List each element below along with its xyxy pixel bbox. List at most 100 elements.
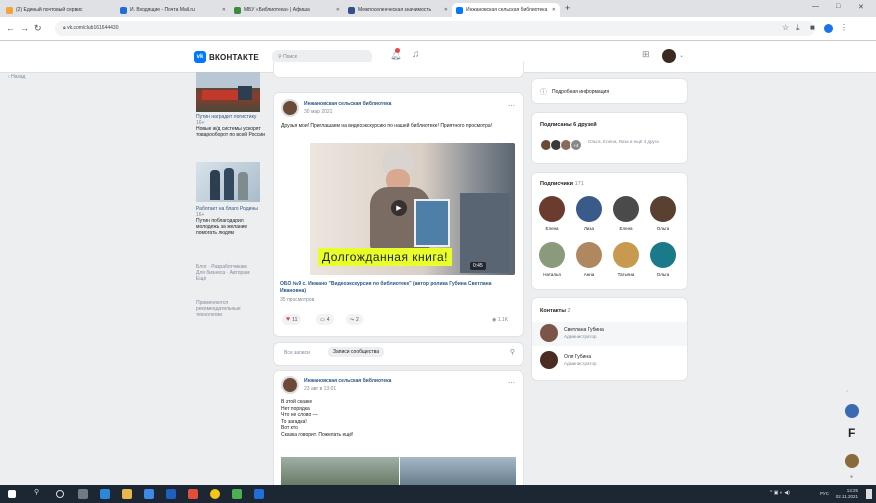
post-date[interactable]: 30 мар 2021	[304, 109, 332, 115]
profile-icon[interactable]	[824, 24, 833, 33]
edge-icon[interactable]	[100, 489, 110, 499]
tab-close-icon[interactable]: ✕	[219, 7, 226, 13]
subscriber-name[interactable]: Наталья	[537, 272, 567, 277]
apps-grid-icon[interactable]: ⊞	[642, 49, 650, 60]
side-f-icon[interactable]: F	[848, 426, 855, 440]
share-button[interactable]: ⤳ 2	[346, 314, 363, 325]
community-avatar[interactable]	[281, 376, 299, 394]
friends-title[interactable]: Подписаны 6 друзей	[540, 122, 597, 128]
search-icon[interactable]: ⚲	[34, 488, 44, 498]
contact-name[interactable]: Светлана Губина	[564, 327, 604, 333]
cortana-icon[interactable]	[56, 490, 64, 498]
notification-center-icon[interactable]	[866, 489, 872, 499]
post-author[interactable]: Инжановская сельская библиотека	[304, 378, 391, 384]
windows-start-icon[interactable]	[8, 490, 16, 498]
address-bar[interactable]: 🔒︎ vk.com/club161644430	[55, 21, 815, 36]
contacts-title[interactable]: Контакты 2	[540, 308, 571, 314]
bookmark-star-icon[interactable]: ☆	[782, 23, 789, 32]
maximize-button[interactable]: □	[836, 3, 840, 10]
tray-icons[interactable]: ^ ▣ ◐ ◀)	[770, 490, 790, 496]
contact-name[interactable]: Оля Губина	[564, 354, 591, 360]
subscriber-avatar[interactable]	[576, 196, 602, 222]
side-app-icon[interactable]	[845, 454, 859, 468]
chevron-down-icon[interactable]: ⌄	[679, 52, 684, 59]
info-card[interactable]: ⓘ Подробная информация	[531, 78, 688, 104]
tab-close-icon[interactable]: ✕	[441, 7, 448, 13]
new-tab-button[interactable]: +	[565, 3, 570, 13]
vk-logo[interactable]: vk ВКОНТАКТЕ	[194, 51, 259, 63]
word-icon[interactable]	[254, 489, 264, 499]
video-title[interactable]: ОБО №9 с. Инжано "Видеоэкскурсия по библ…	[280, 281, 515, 294]
mail-icon[interactable]	[166, 489, 176, 499]
tab-title: И. Входящие - Почта Mail.ru	[130, 7, 195, 13]
community-avatar[interactable]	[281, 99, 299, 117]
subscribers-title[interactable]: Подписчики 171	[540, 181, 584, 187]
app-icon[interactable]	[232, 489, 242, 499]
minimize-button[interactable]: —	[812, 3, 819, 10]
comment-button[interactable]: ▭ 4	[316, 314, 334, 325]
browser-tab-1[interactable]: (2) Единый почтовый сервис ✕	[2, 3, 130, 17]
search-icon[interactable]: ⚲	[510, 348, 515, 356]
subscriber-name[interactable]: Ольга	[648, 272, 678, 277]
ad-image-people[interactable]	[196, 162, 260, 202]
reload-icon[interactable]: ↻	[34, 23, 42, 34]
contact-role: Администратор	[564, 334, 597, 339]
task-view-icon[interactable]	[78, 489, 88, 499]
store-icon[interactable]	[144, 489, 154, 499]
download-icon[interactable]: ⤓	[796, 23, 800, 33]
side-app-icon[interactable]	[845, 404, 859, 418]
browser-tab-3[interactable]: МБУ «Библиотека» | Афиша ✕	[230, 3, 344, 17]
language-indicator[interactable]: РУС	[820, 491, 829, 496]
subscriber-avatar[interactable]	[539, 196, 565, 222]
scroll-up-icon[interactable]: ⌃	[845, 390, 849, 396]
play-icon[interactable]: ▶	[391, 200, 407, 216]
tab-close-icon[interactable]: ✕	[549, 7, 556, 13]
share-icon: ⤳	[350, 316, 355, 323]
like-button[interactable]: ♥ 11	[282, 314, 302, 325]
yandex-icon[interactable]	[210, 489, 220, 499]
subscriber-avatar[interactable]	[613, 196, 639, 222]
ad-1[interactable]: Путин наградит логистику 16+ Новые ж/д с…	[196, 114, 266, 138]
more-options-icon[interactable]: ⋯	[508, 379, 515, 387]
more-options-icon[interactable]: ⋯	[508, 102, 515, 110]
back-arrow-icon[interactable]: ←	[6, 23, 15, 33]
friends-names[interactable]: Ольга, Елена, Лиза и ещё 3 друга	[588, 139, 680, 145]
subscriber-name[interactable]: Елена	[537, 226, 567, 231]
subscriber-name[interactable]: Татьяна	[611, 272, 641, 277]
explorer-icon[interactable]	[122, 489, 132, 499]
contact-avatar[interactable]	[540, 324, 558, 342]
ad-image-train[interactable]	[196, 72, 260, 112]
clock[interactable]: 13:25 02.11.2021	[836, 488, 858, 500]
post-author[interactable]: Инжановская сельская библиотека	[304, 101, 391, 107]
subscriber-name[interactable]: Ольга	[648, 226, 678, 231]
forward-arrow-icon[interactable]: →	[20, 23, 29, 33]
tab-community-posts[interactable]: Записи сообщества	[328, 347, 384, 357]
subscriber-avatar[interactable]	[576, 242, 602, 268]
subscriber-avatar[interactable]	[650, 242, 676, 268]
ad-2[interactable]: Работает на благо Родины 16+ Путин побла…	[196, 206, 266, 236]
music-icon[interactable]: ♫	[412, 49, 420, 60]
footer-link-more[interactable]: Ещё	[196, 276, 266, 282]
tab-close-icon[interactable]: ✕	[333, 7, 340, 13]
browser-tab-4[interactable]: Межпоселенческая значимость ✕	[344, 3, 452, 17]
chrome-icon[interactable]	[188, 489, 198, 499]
user-avatar[interactable]	[662, 49, 676, 63]
browser-tab-active[interactable]: Инжановская сельская библиотека ✕	[452, 3, 560, 17]
friends-more-badge[interactable]: +4	[570, 139, 582, 151]
subscriber-name[interactable]: Лиза	[574, 226, 604, 231]
subscriber-avatar[interactable]	[613, 242, 639, 268]
subscriber-name[interactable]: Елена	[611, 226, 641, 231]
feed-filter-card: Все записи Записи сообщества ⚲	[273, 342, 524, 366]
browser-menu-icon[interactable]: ⋮	[840, 23, 848, 32]
browser-tab-2[interactable]: И. Входящие - Почта Mail.ru ✕	[116, 3, 230, 17]
subscriber-avatar[interactable]	[539, 242, 565, 268]
tab-all-posts[interactable]: Все записи	[284, 350, 310, 356]
notifications-bell-icon[interactable]: 🔔︎	[390, 48, 401, 61]
contact-avatar[interactable]	[540, 351, 558, 369]
back-link[interactable]: ‹ Назад	[8, 74, 25, 80]
extensions-icon[interactable]: ■	[810, 23, 815, 32]
close-window-button[interactable]: ✕	[858, 3, 864, 11]
post-date[interactable]: 23 авг в 13:01	[304, 386, 336, 392]
subscriber-name[interactable]: Анна	[574, 272, 604, 277]
subscriber-avatar[interactable]	[650, 196, 676, 222]
